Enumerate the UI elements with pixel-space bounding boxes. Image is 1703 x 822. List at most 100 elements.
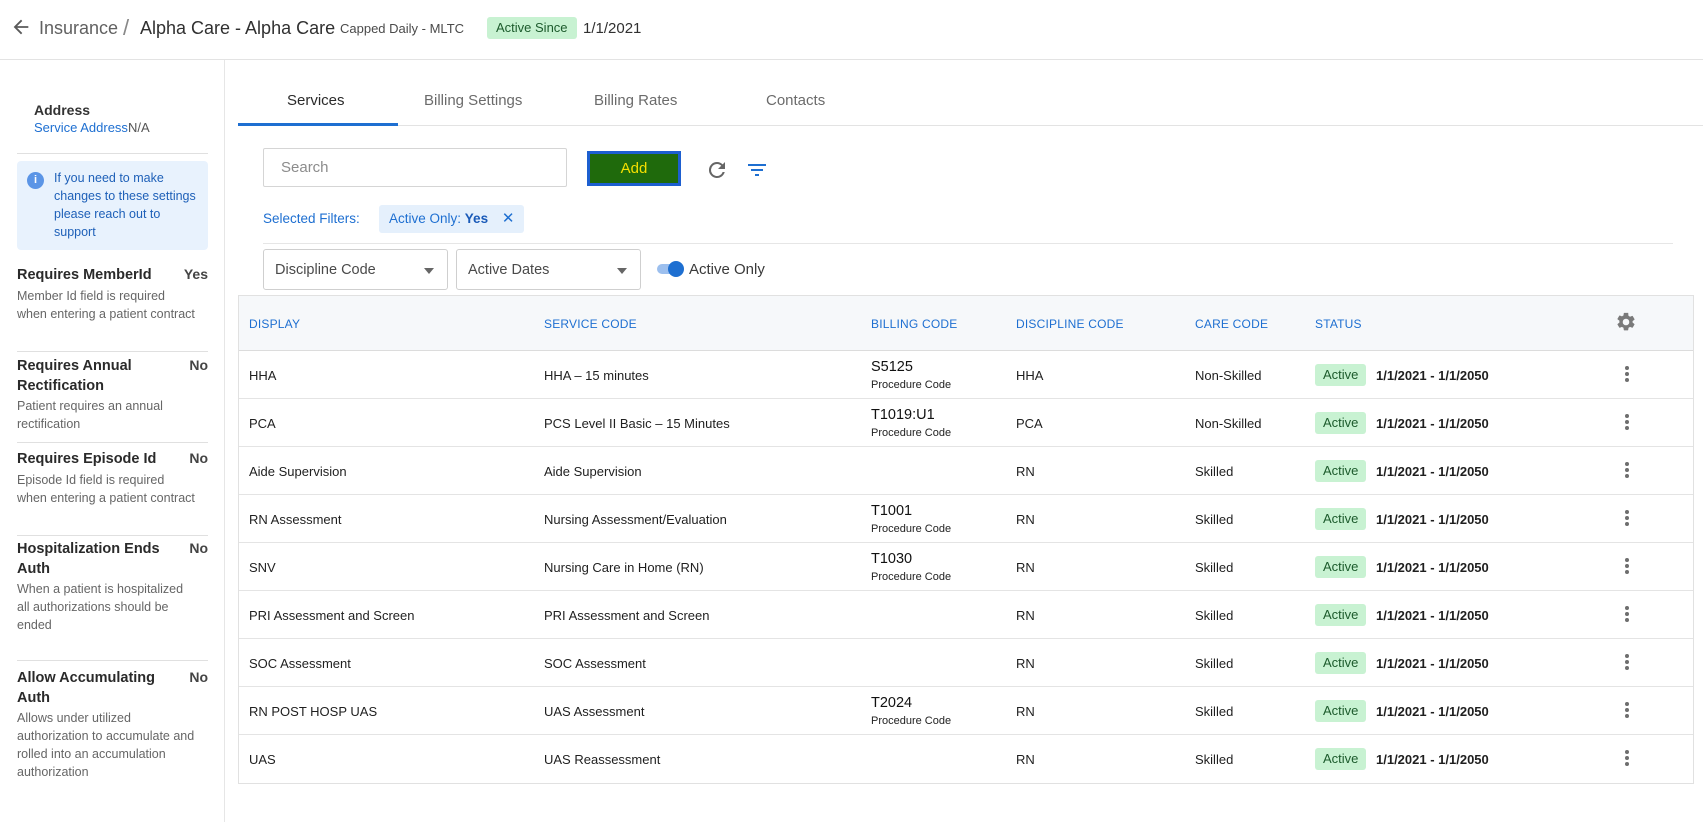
- care-code-cell: Skilled: [1195, 464, 1234, 479]
- setting-description: Patient requires an annual rectification: [17, 399, 163, 431]
- discipline-code-cell: RN: [1016, 752, 1035, 767]
- page-title: Alpha Care - Alpha Care: [140, 18, 336, 38]
- setting-title: Requires Annual Rectification: [17, 358, 132, 394]
- care-code-cell: Non-Skilled: [1195, 416, 1262, 431]
- billing-code-cell: S5125: [871, 359, 913, 375]
- column-billing-code[interactable]: BILLING CODE: [871, 317, 957, 331]
- billing-code-cell: T1019:U1: [871, 407, 935, 423]
- column-discipline-code[interactable]: DISCIPLINE CODE: [1016, 317, 1124, 331]
- more-vert-icon[interactable]: [1620, 363, 1634, 385]
- column-service-code[interactable]: SERVICE CODE: [544, 317, 637, 331]
- discipline-code-cell: RN: [1016, 464, 1035, 479]
- service-address-link[interactable]: Service Address: [34, 120, 128, 135]
- discipline-code-cell: HHA: [1016, 368, 1044, 383]
- table-row[interactable]: PRI Assessment and Screen PRI Assessment …: [239, 591, 1693, 639]
- status-badge: Active: [1315, 604, 1367, 626]
- divider: [17, 535, 208, 536]
- table-header: DISPLAY SERVICE CODE BILLING CODE DISCIP…: [239, 296, 1693, 351]
- active-tab-indicator: [238, 123, 398, 126]
- table-row[interactable]: PCA PCS Level II Basic – 15 Minutes T1019:…: [239, 399, 1693, 447]
- tab-contacts[interactable]: Contacts: [766, 92, 825, 109]
- discipline-code-cell: RN: [1016, 704, 1035, 719]
- more-vert-icon[interactable]: [1620, 747, 1634, 769]
- more-vert-icon[interactable]: [1620, 411, 1634, 433]
- tab-billing-rates[interactable]: Billing Rates: [594, 92, 677, 109]
- status-badge: Active: [1315, 508, 1367, 530]
- billing-code-type: Procedure Code: [871, 715, 952, 727]
- search-input[interactable]: [263, 148, 567, 187]
- refresh-icon[interactable]: [705, 158, 729, 182]
- display-cell: SNV: [249, 560, 276, 575]
- status-date-range: 1/1/2021 - 1/1/2050: [1376, 512, 1489, 527]
- display-cell: RN Assessment: [249, 512, 342, 527]
- service-code-cell: Nursing Care in Home (RN): [544, 560, 704, 575]
- plan-type-label: Capped Daily - MLTC: [340, 21, 465, 36]
- table-row[interactable]: RN POST HOSP UAS UAS Assessment T2024 Proce…: [239, 687, 1693, 735]
- billing-code-cell: T1030: [871, 551, 913, 567]
- divider: [17, 660, 208, 661]
- breadcrumb-insurance[interactable]: Insurance: [39, 18, 118, 39]
- sidebar: Address Service AddressN/A i If you need…: [0, 60, 225, 822]
- column-status[interactable]: STATUS: [1315, 317, 1362, 331]
- setting-title: Requires Episode Id: [17, 451, 157, 467]
- table-row[interactable]: UAS UAS Reassessment RN Skilled Active 1/1/20…: [239, 735, 1693, 783]
- discipline-code-cell: RN: [1016, 560, 1035, 575]
- status-badge: Active: [1315, 460, 1367, 482]
- tab-billing-settings[interactable]: Billing Settings: [424, 92, 522, 109]
- setting-value: No: [189, 450, 208, 466]
- tab-bar: Services Billing Settings Billing Rates …: [238, 84, 1703, 126]
- active-only-toggle[interactable]: [656, 260, 684, 278]
- active-dates-dropdown[interactable]: Active Dates: [456, 249, 641, 290]
- gear-icon[interactable]: [1615, 311, 1637, 333]
- table-row[interactable]: RN Assessment Nursing Assessment/Evaluati…: [239, 495, 1693, 543]
- more-vert-icon[interactable]: [1620, 699, 1634, 721]
- display-cell: Aide Supervision: [249, 464, 347, 479]
- table-row[interactable]: SNV Nursing Care in Home (RN) T1030 Procedu…: [239, 543, 1693, 591]
- service-code-cell: HHA – 15 minutes: [544, 368, 649, 383]
- status-badge: Active: [1315, 748, 1367, 770]
- discipline-code-placeholder: Discipline Code: [275, 262, 376, 278]
- discipline-code-cell: RN: [1016, 512, 1035, 527]
- divider: [263, 243, 1673, 244]
- service-code-cell: UAS Assessment: [544, 704, 645, 719]
- discipline-code-cell: RN: [1016, 608, 1035, 623]
- add-button[interactable]: Add: [587, 151, 681, 186]
- status-date-range: 1/1/2021 - 1/1/2050: [1376, 656, 1489, 671]
- setting-description: Allows under utilized authorization to a…: [17, 711, 195, 779]
- active-dates-placeholder: Active Dates: [468, 262, 550, 278]
- column-display[interactable]: DISPLAY: [249, 317, 300, 331]
- table-row[interactable]: Aide Supervision Aide Supervision RN Skille…: [239, 447, 1693, 495]
- status-badge: Active: [1315, 364, 1367, 386]
- billing-code-cell: T1001: [871, 503, 913, 519]
- billing-code-cell: T2024: [871, 695, 913, 711]
- more-vert-icon[interactable]: [1620, 651, 1634, 673]
- service-code-cell: Nursing Assessment/Evaluation: [544, 512, 727, 527]
- divider: [17, 442, 208, 443]
- setting-description: When a patient is hospitalized all autho…: [17, 582, 184, 632]
- discipline-code-cell: RN: [1016, 656, 1035, 671]
- billing-code-type: Procedure Code: [871, 427, 952, 439]
- divider: [17, 351, 208, 352]
- status-date-range: 1/1/2021 - 1/1/2050: [1376, 416, 1489, 431]
- table-row[interactable]: SOC Assessment SOC Assessment RN Skilled Act…: [239, 639, 1693, 687]
- service-code-cell: PCS Level II Basic – 15 Minutes: [544, 416, 730, 431]
- status-badge: Active: [1315, 412, 1367, 434]
- support-info-box: i If you need to make changes to these s…: [17, 161, 208, 250]
- setting-value: Yes: [183, 266, 208, 282]
- more-vert-icon[interactable]: [1620, 507, 1634, 529]
- setting-value: No: [189, 357, 208, 373]
- address-title: Address: [34, 102, 91, 118]
- more-vert-icon[interactable]: [1620, 603, 1634, 625]
- status-date-range: 1/1/2021 - 1/1/2050: [1376, 560, 1489, 575]
- more-vert-icon[interactable]: [1620, 555, 1634, 577]
- close-icon[interactable]: ✕: [502, 205, 515, 233]
- table-row[interactable]: HHA HHA – 15 minutes S5125 Procedure Code HH…: [239, 351, 1693, 399]
- service-code-cell: SOC Assessment: [544, 656, 646, 671]
- arrow-left-icon[interactable]: [10, 16, 32, 38]
- more-vert-icon[interactable]: [1620, 459, 1634, 481]
- discipline-code-dropdown[interactable]: Discipline Code: [263, 249, 448, 290]
- tab-services[interactable]: Services: [287, 92, 345, 109]
- column-care-code[interactable]: CARE CODE: [1195, 317, 1268, 331]
- active-since-date: 1/1/2021: [583, 20, 642, 37]
- filter-icon[interactable]: [745, 158, 769, 182]
